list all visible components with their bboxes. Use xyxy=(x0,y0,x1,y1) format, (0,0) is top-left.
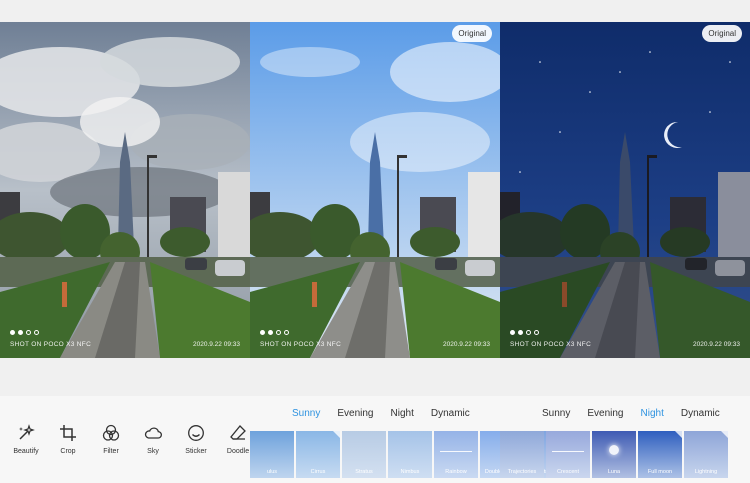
page-dot xyxy=(510,330,515,335)
timestamp-text: 2020.9.22 09:33 xyxy=(443,341,490,348)
page-dot xyxy=(260,330,265,335)
page-dot xyxy=(276,330,281,335)
slider-line-icon xyxy=(552,451,584,452)
cloudy-scene-image xyxy=(0,22,250,358)
tab-night[interactable]: Night xyxy=(391,408,414,419)
tab-dynamic[interactable]: Dynamic xyxy=(431,408,470,419)
watermark-text: SHOT ON POCO X3 NFC xyxy=(510,341,592,348)
crop-tool-button[interactable]: Crop xyxy=(48,424,88,455)
sky-preset-label: Cirrus xyxy=(310,469,326,475)
sky-tool-button[interactable]: Sky xyxy=(133,424,173,455)
tab-dynamic[interactable]: Dynamic xyxy=(681,408,720,419)
slider-line-icon xyxy=(440,451,472,452)
sky-preset-thumbnail[interactable]: Luna xyxy=(592,431,636,478)
page-indicator xyxy=(10,330,39,335)
sky-preset-thumbnail[interactable]: Rainbow xyxy=(434,431,478,478)
smiley-icon xyxy=(188,425,204,441)
sky-preset-label: Luna xyxy=(607,469,621,475)
sky-preset-thumbnail[interactable]: Stratus xyxy=(342,431,386,478)
night-scene-image xyxy=(500,22,750,358)
page-indicator xyxy=(260,330,289,335)
crop-icon xyxy=(60,425,76,441)
editor-bottom-panel: Beautify Crop Filter Sky Sticker Doodle … xyxy=(0,396,750,483)
tab-sunny[interactable]: Sunny xyxy=(292,408,320,419)
tool-label: Filter xyxy=(103,448,119,455)
sky-preset-label: Stratus xyxy=(355,469,373,475)
sky-preset-strip: Trajectories Crescent Luna Full moon Lightni… xyxy=(500,431,728,478)
original-badge[interactable]: Original xyxy=(452,25,492,42)
sky-preset-thumbnail[interactable]: Crescent xyxy=(546,431,590,478)
sky-preset-thumbnail[interactable]: Full moon xyxy=(638,431,682,478)
tool-label: Crop xyxy=(60,448,76,455)
timestamp-text: 2020.9.22 09:33 xyxy=(693,341,740,348)
sky-preset-label: Trajectories xyxy=(507,469,537,475)
page-dot xyxy=(284,330,289,335)
sky-preset-thumbnail[interactable]: Cirrus xyxy=(296,431,340,478)
page-dot xyxy=(10,330,15,335)
sunny-scene-image xyxy=(250,22,500,358)
edit-toolbar: Beautify Crop Filter Sky Sticker Doodle xyxy=(0,396,250,483)
original-badge[interactable]: Original xyxy=(702,25,742,42)
tab-evening[interactable]: Evening xyxy=(587,408,623,419)
download-corner-icon xyxy=(675,431,682,438)
page-dot xyxy=(518,330,523,335)
sky-preset-label: Crescent xyxy=(556,469,579,475)
tab-night[interactable]: Night xyxy=(641,408,664,419)
sky-preset-thumbnail[interactable]: Lightning xyxy=(684,431,728,478)
photo-sunny-sky: Original SHOT ON POCO X3 NFC 2020.9.22 0… xyxy=(250,22,500,358)
filter-tool-button[interactable]: Filter xyxy=(91,424,131,455)
tool-label: Beautify xyxy=(13,448,39,455)
sky-preset-label: Rainbow xyxy=(445,469,467,475)
filter-circles-icon xyxy=(102,424,120,441)
sky-preset-label: ulus xyxy=(266,469,278,475)
page-dot xyxy=(534,330,539,335)
page-dot xyxy=(268,330,273,335)
download-corner-icon xyxy=(333,431,340,438)
page-dot xyxy=(34,330,39,335)
tab-evening[interactable]: Evening xyxy=(337,408,373,419)
watermark-text: SHOT ON POCO X3 NFC xyxy=(260,341,342,348)
sky-category-tabs: Sunny Evening Night Dynamic xyxy=(292,408,470,419)
page-indicator xyxy=(510,330,539,335)
photo-night-sky: Original SHOT ON POCO X3 NFC 2020.9.22 0… xyxy=(500,22,750,358)
sky-category-tabs: Sunny Evening Night Dynamic xyxy=(542,408,720,419)
page-dot xyxy=(18,330,23,335)
page-dot xyxy=(26,330,31,335)
tool-label: Sticker xyxy=(185,448,207,455)
beautify-tool-button[interactable]: Beautify xyxy=(6,424,46,455)
tab-sunny[interactable]: Sunny xyxy=(542,408,570,419)
sky-preset-label: Nimbus xyxy=(400,469,420,475)
tool-label: Doodle xyxy=(226,448,250,455)
sparkle-wand-icon xyxy=(19,424,35,440)
page-dot xyxy=(526,330,531,335)
sky-preset-thumbnail[interactable]: Trajectories xyxy=(500,431,544,478)
sky-preset-thumbnail[interactable]: ulus xyxy=(250,431,294,478)
cloud-icon xyxy=(144,427,162,439)
timestamp-text: 2020.9.22 09:33 xyxy=(193,341,240,348)
sky-preset-label: Lightning xyxy=(694,469,718,475)
photo-original-cloudy: SHOT ON POCO X3 NFC 2020.9.22 09:33 xyxy=(0,22,250,358)
watermark-text: SHOT ON POCO X3 NFC xyxy=(10,341,92,348)
download-corner-icon xyxy=(721,431,728,438)
sticker-tool-button[interactable]: Sticker xyxy=(176,424,216,455)
eraser-icon xyxy=(230,425,246,440)
moon-icon xyxy=(609,445,619,455)
tool-label: Sky xyxy=(147,448,159,455)
sky-preset-label: Full moon xyxy=(647,469,673,475)
sky-preset-thumbnail[interactable]: Nimbus xyxy=(388,431,432,478)
photo-comparison-area: SHOT ON POCO X3 NFC 2020.9.22 09:33 Orig… xyxy=(0,22,750,358)
